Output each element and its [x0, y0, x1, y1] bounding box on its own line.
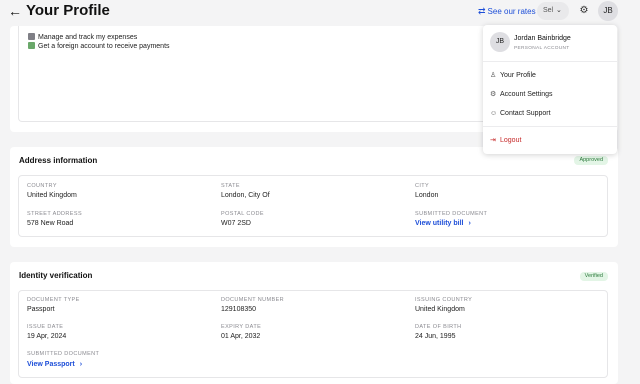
postal-label: POSTAL CODE — [221, 211, 264, 217]
document-type-label: DOCUMENT TYPE — [27, 297, 80, 303]
expiry-date-value: 01 Apr, 2032 — [221, 333, 261, 340]
top-bar: ← Your Profile ⇄ See our rates Sel ⌄ ⚙ JB — [0, 0, 640, 24]
city-label: CITY — [415, 183, 430, 189]
city-value: London — [415, 192, 439, 199]
see-rates-link[interactable]: ⇄ See our rates — [478, 6, 536, 17]
feature-label: Manage and track my expenses — [38, 34, 138, 41]
issue-date-label: ISSUE DATE — [27, 324, 64, 330]
address-card: Address information Approved COUNTRY Uni… — [10, 147, 618, 247]
menu-item-label: Account Settings — [500, 91, 553, 98]
document-label: SUBMITTED DOCUMENT — [415, 211, 488, 217]
document-label: SUBMITTED DOCUMENT — [27, 351, 100, 357]
date-of-birth-value: 24 Jun, 1995 — [415, 333, 456, 340]
status-badge: Approved — [574, 156, 608, 165]
section-title: Address information — [19, 156, 98, 165]
country-value: United Kingdom — [27, 192, 77, 199]
issuing-country-label: ISSUING COUNTRY — [415, 297, 473, 303]
menu-item-label: Your Profile — [500, 72, 536, 79]
document-number-label: DOCUMENT NUMBER — [221, 297, 285, 303]
status-badge: Verified — [579, 272, 608, 281]
see-rates-label: See our rates — [487, 7, 536, 16]
user-name: Jordan Bainbridge — [514, 35, 571, 42]
swap-arrows-icon: ⇄ — [478, 6, 486, 16]
view-passport-link[interactable]: View Passport › — [27, 361, 82, 368]
document-number-value: 129108350 — [221, 306, 257, 313]
language-value: Sel — [543, 7, 554, 14]
back-arrow-icon[interactable]: ← — [8, 3, 22, 19]
chart-icon — [28, 33, 35, 40]
account-type: PERSONAL ACCOUNT — [514, 46, 570, 51]
date-of-birth-label: DATE OF BIRTH — [415, 324, 462, 330]
page-title: Your Profile — [26, 2, 110, 19]
view-utility-bill-link[interactable]: View utility bill › — [415, 220, 471, 227]
language-select[interactable]: Sel ⌄ — [537, 2, 569, 20]
section-title: Identity verification — [19, 271, 93, 280]
gear-icon[interactable]: ⚙ — [576, 2, 592, 20]
divider — [483, 126, 617, 127]
expiry-date-label: EXPIRY DATE — [221, 324, 262, 330]
logout-icon: ⇥ — [490, 137, 496, 144]
user-icon: ♙ — [490, 72, 497, 79]
chevron-right-icon: › — [468, 220, 471, 227]
state-label: STATE — [221, 183, 240, 189]
address-details: COUNTRY United Kingdom STATE London, Cit… — [18, 175, 608, 237]
menu-item-logout[interactable]: ⇥ Logout — [490, 136, 521, 145]
issuing-country-value: United Kingdom — [415, 306, 465, 313]
issue-date-value: 19 Apr, 2024 — [27, 333, 67, 340]
street-label: STREET ADDRESS — [27, 211, 83, 217]
menu-item-your-profile[interactable]: ♙ Your Profile — [490, 71, 536, 80]
feature-item: Get a foreign account to receive payment… — [28, 42, 170, 51]
identity-details: DOCUMENT TYPE Passport DOCUMENT NUMBER 1… — [18, 290, 608, 378]
link-label: View utility bill — [415, 220, 464, 227]
document-type-value: Passport — [27, 306, 55, 313]
profile-menu: JB Jordan Bainbridge PERSONAL ACCOUNT ♙ Y… — [483, 25, 617, 154]
divider — [483, 61, 617, 62]
menu-item-account-settings[interactable]: ⚙ Account Settings — [490, 90, 553, 99]
bank-icon — [28, 42, 35, 49]
menu-item-contact-support[interactable]: ☺ Contact Support — [490, 109, 551, 118]
chevron-down-icon: ⌄ — [556, 7, 562, 14]
street-value: 578 New Road — [27, 220, 74, 227]
chat-icon: ☺ — [490, 110, 498, 117]
avatar[interactable]: JB — [598, 1, 618, 21]
identity-card: Identity verification Verified DOCUMENT … — [10, 262, 618, 384]
feature-item: Manage and track my expenses — [28, 33, 137, 42]
link-label: View Passport — [27, 361, 75, 368]
menu-avatar: JB — [490, 32, 510, 52]
menu-item-label: Contact Support — [500, 110, 551, 117]
gear-icon: ⚙ — [490, 91, 497, 98]
postal-value: W07 2SD — [221, 220, 251, 227]
state-value: London, City Of — [221, 192, 270, 199]
chevron-right-icon: › — [79, 361, 83, 368]
feature-label: Get a foreign account to receive payment… — [38, 43, 170, 50]
country-label: COUNTRY — [27, 183, 57, 189]
menu-item-label: Logout — [500, 137, 522, 144]
